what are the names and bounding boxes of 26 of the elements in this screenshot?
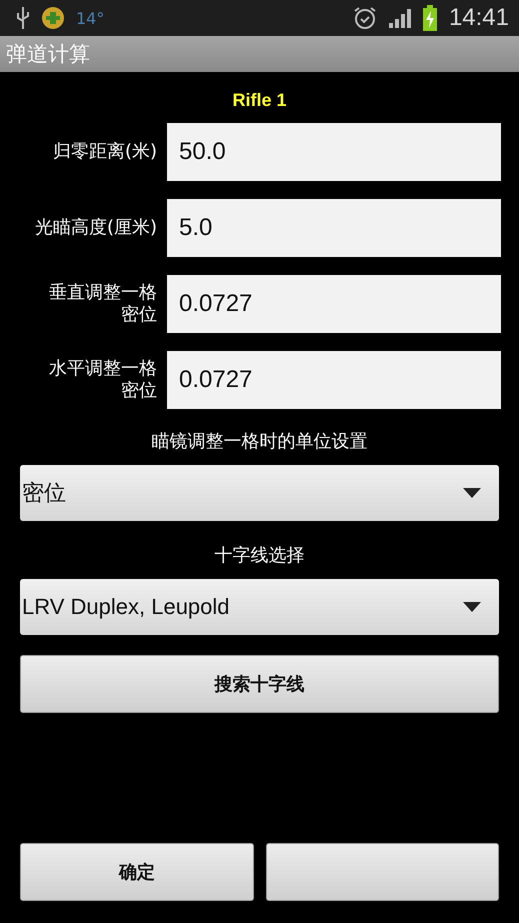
dropdown-caret-icon xyxy=(463,602,481,612)
usb-icon xyxy=(16,7,30,29)
clock-time: 14:41 xyxy=(448,4,509,32)
field-label: 归零距离(米) xyxy=(52,141,157,163)
field-label: 垂直调整一格密位 xyxy=(48,282,157,326)
input-field[interactable]: 0.0727 xyxy=(167,275,501,333)
unit-label: 瞄镜调整一格时的单位设置 xyxy=(150,430,368,453)
battery-icon xyxy=(422,5,437,31)
field-label: 光瞄高度(厘米) xyxy=(34,217,157,239)
reticle-label: 十字线选择 xyxy=(214,544,306,567)
dropdown-caret-icon xyxy=(463,488,481,498)
unit-dropdown[interactable]: 密位 xyxy=(20,465,499,521)
app-title: 弹道计算 xyxy=(6,41,90,68)
input-field[interactable]: 0.0727 xyxy=(167,351,501,409)
alarm-icon xyxy=(352,6,377,30)
input-field[interactable]: 50.0 xyxy=(167,123,501,181)
input-field[interactable]: 5.0 xyxy=(167,199,501,257)
app-icon xyxy=(42,7,64,29)
button[interactable] xyxy=(266,843,499,901)
search-reticle-button[interactable]: 搜索十字线 xyxy=(20,655,499,713)
notification-text: 14° xyxy=(76,8,104,28)
confirm-button[interactable]: 确定 xyxy=(20,843,254,901)
reticle-dropdown[interactable]: LRV Duplex, Leupold xyxy=(20,579,499,635)
signal-icon xyxy=(388,8,411,28)
field-label: 水平调整一格密位 xyxy=(48,358,157,402)
profile-name: Rifle 1 xyxy=(231,90,288,111)
